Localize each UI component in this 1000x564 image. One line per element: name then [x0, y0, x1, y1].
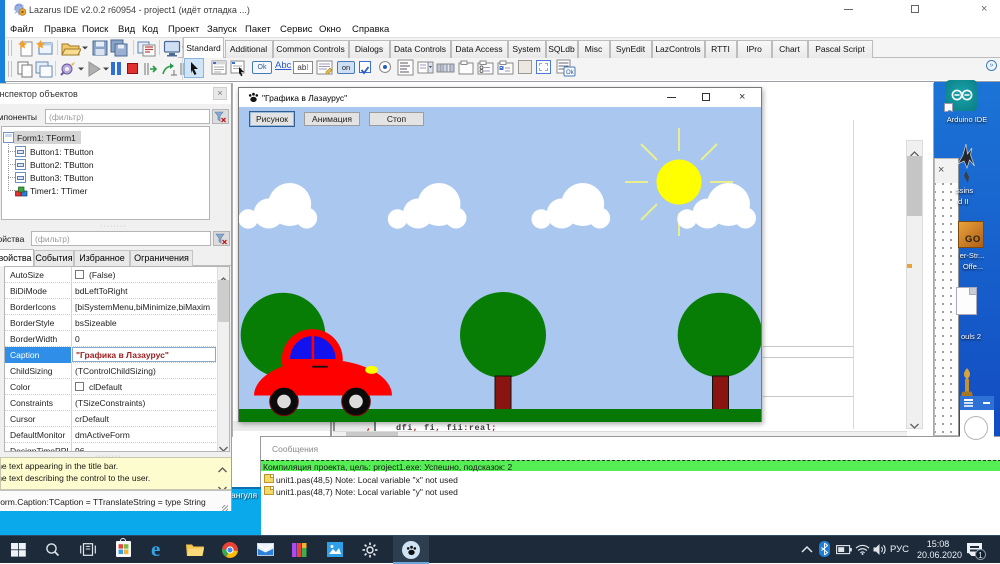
svg-text:Ok: Ok [566, 70, 575, 76]
